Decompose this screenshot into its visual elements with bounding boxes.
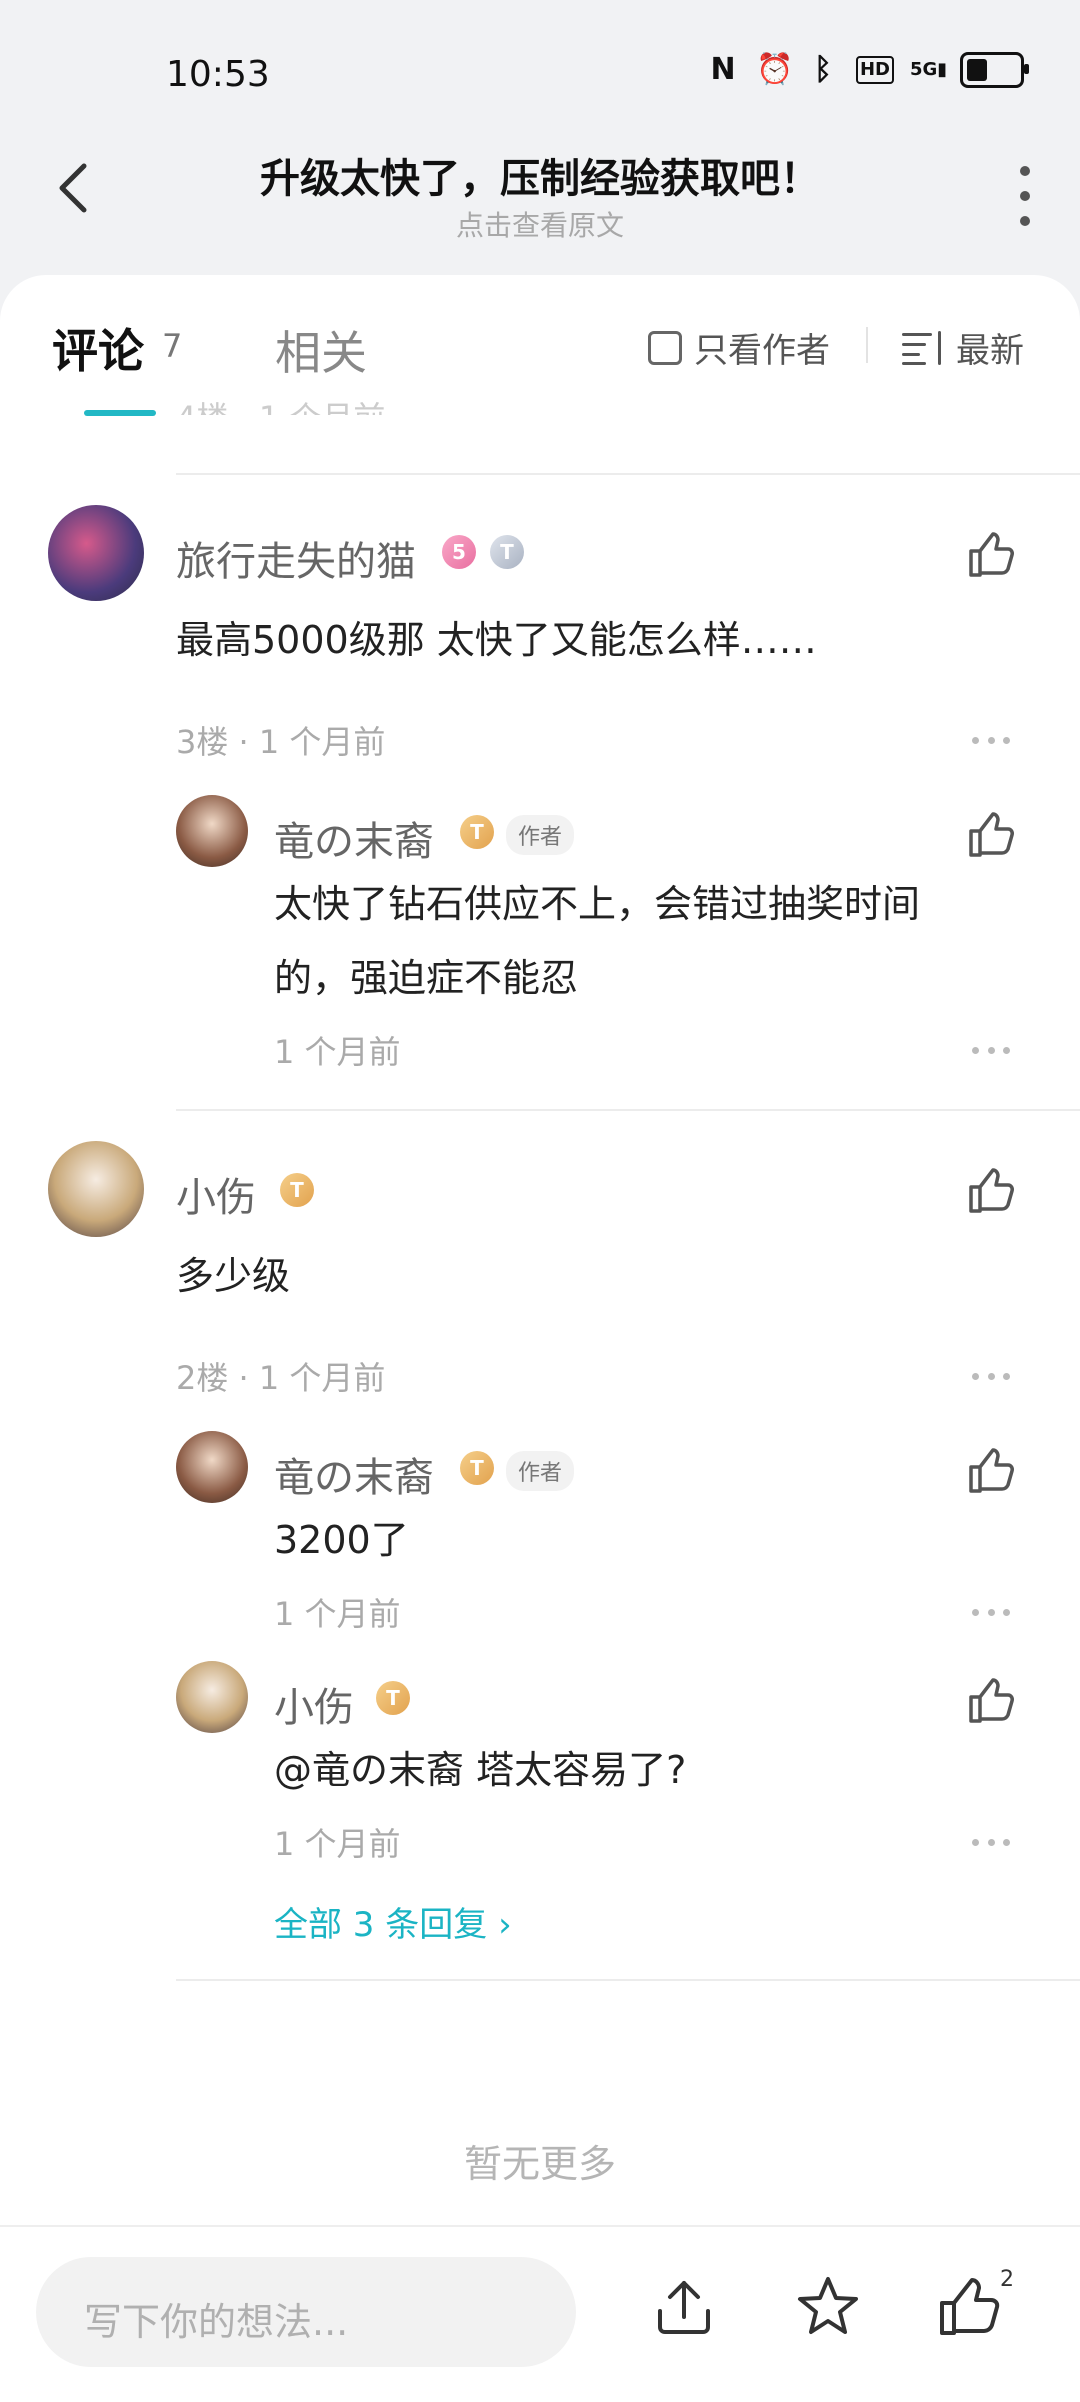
reply-time: 1 个月前: [274, 1033, 401, 1071]
like-count: 2: [1000, 2267, 1014, 2292]
like-icon[interactable]: [934, 2271, 1006, 2343]
sort-icon: [902, 330, 942, 365]
author-only-label: 只看作者: [694, 331, 830, 371]
tab-divider: [866, 327, 868, 363]
reply-text: 3200了: [274, 1518, 409, 1562]
thumbs-up-icon[interactable]: [965, 529, 1017, 581]
more-icon[interactable]: [972, 1609, 1010, 1619]
comment-text: 最高5000级那 太快了又能怎么样……: [176, 618, 817, 662]
reply-username[interactable]: 小伤: [274, 1675, 354, 1733]
status-time: 10:53: [166, 54, 270, 95]
tab-comments[interactable]: 评论: [52, 315, 144, 381]
scrolled-previous-item: 4楼 · 1 个月前: [176, 393, 385, 415]
reply-text: @竜の末裔 塔太容易了?: [274, 1748, 687, 1792]
top-header: 升级太快了，压制经验获取吧！ 点击查看原文: [0, 130, 1080, 260]
avatar[interactable]: [48, 1141, 144, 1237]
more-icon[interactable]: [972, 1047, 1010, 1057]
reply-text-line2: 的，强迫症不能忍: [274, 956, 579, 1000]
comment-floor-time: 2楼 · 1 个月前: [176, 1359, 386, 1397]
comment-input-placeholder: 写下你的想法...: [84, 2300, 349, 2344]
thumbs-up-icon[interactable]: [965, 1675, 1017, 1727]
divider: [176, 1979, 1080, 1981]
more-icon[interactable]: [972, 1839, 1010, 1849]
thumbs-up-icon[interactable]: [965, 809, 1017, 861]
view-all-replies-link[interactable]: 全部 3 条回复 ›: [274, 1897, 512, 1946]
reply-username[interactable]: 竜の末裔: [274, 1445, 434, 1503]
tier-badge: T: [490, 535, 524, 569]
alarm-icon: ⏰: [756, 52, 794, 87]
tab-active-indicator: [84, 410, 156, 416]
more-icon[interactable]: [972, 1373, 1010, 1383]
avatar[interactable]: [176, 1661, 248, 1733]
thumbs-up-icon[interactable]: [965, 1165, 1017, 1217]
reply-text-line1: 太快了钻石供应不上，会错过抽奖时间: [274, 882, 921, 926]
favorite-star-icon[interactable]: [792, 2271, 864, 2343]
reply-time: 1 个月前: [274, 1595, 401, 1633]
comment-input[interactable]: 写下你的想法...: [36, 2257, 576, 2367]
bottom-action-bar: 写下你的想法... 2: [0, 2225, 1080, 2402]
avatar[interactable]: [176, 1431, 248, 1503]
comment-text: 多少级: [176, 1254, 291, 1298]
comments-sheet: 评论 7 相关 只看作者 最新 4楼 · 1 个月前 旅行走失的猫 5 T 最高…: [0, 275, 1080, 2225]
tier-badge: T: [376, 1681, 410, 1715]
more-icon[interactable]: [972, 737, 1010, 747]
comment-username[interactable]: 旅行走失的猫: [176, 529, 416, 587]
author-tag: 作者: [506, 815, 575, 855]
tier-badge: T: [460, 1451, 494, 1485]
view-original-link[interactable]: 点击查看原文: [0, 204, 1080, 244]
tab-related[interactable]: 相关: [275, 317, 367, 383]
no-more-text: 暂无更多: [463, 2142, 616, 2186]
checkbox-icon: [648, 330, 682, 365]
avatar[interactable]: [176, 795, 248, 867]
comment-floor-time: 3楼 · 1 个月前: [176, 723, 386, 761]
tier-badge: T: [460, 815, 494, 849]
status-icons: N ⏰ ᛒ HD 5G▮: [706, 52, 1029, 88]
tab-bar: 评论 7 相关 只看作者 最新: [0, 275, 1080, 405]
author-only-toggle[interactable]: 只看作者: [648, 323, 830, 372]
divider: [176, 1109, 1080, 1111]
divider: [176, 473, 1080, 475]
tier-badge: T: [280, 1173, 314, 1207]
battery-icon: [960, 52, 1029, 88]
post-title: 升级太快了，压制经验获取吧！: [260, 156, 820, 202]
chevron-right-icon: ›: [498, 1905, 512, 1945]
more-options-button[interactable]: [1010, 166, 1040, 226]
share-icon[interactable]: [648, 2271, 720, 2343]
sort-label: 最新: [956, 331, 1024, 371]
status-bar: 10:53 N ⏰ ᛒ HD 5G▮: [0, 0, 1080, 120]
hd-icon: HD: [856, 56, 894, 84]
reply-time: 1 个月前: [274, 1825, 401, 1863]
bluetooth-icon: ᛒ: [814, 52, 832, 87]
author-tag: 作者: [506, 1451, 575, 1491]
level-badge: 5: [442, 535, 476, 569]
avatar[interactable]: [48, 505, 144, 601]
reply-username[interactable]: 竜の末裔: [274, 809, 434, 867]
sort-button[interactable]: 最新: [902, 323, 1024, 372]
view-all-replies-label: 全部 3 条回复: [274, 1905, 488, 1945]
comments-count: 7: [162, 327, 183, 365]
thumbs-up-icon[interactable]: [965, 1445, 1017, 1497]
signal-5g-icon: 5G▮: [910, 59, 948, 80]
nfc-icon: N: [710, 52, 736, 87]
comment-username[interactable]: 小伤: [176, 1165, 256, 1223]
